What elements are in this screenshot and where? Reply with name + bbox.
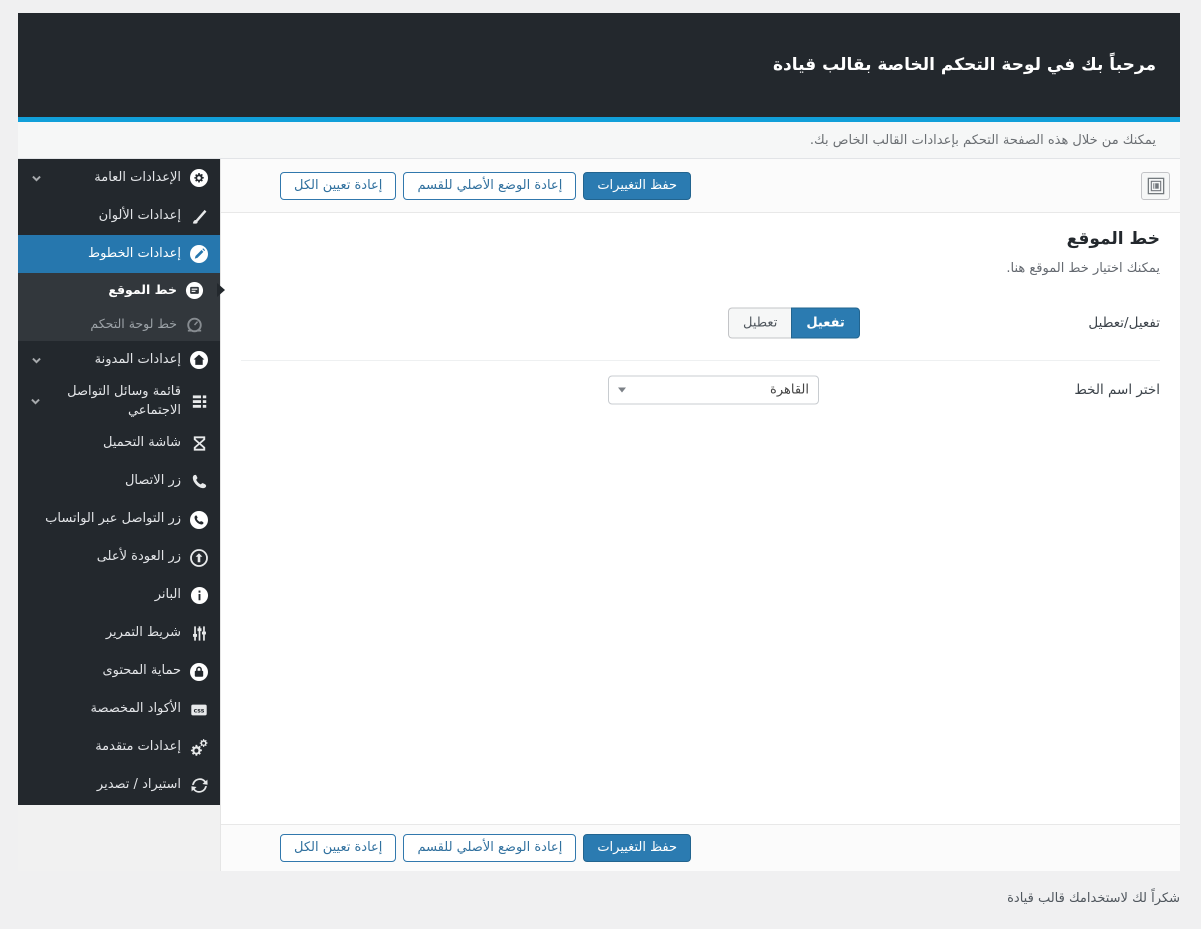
page-title: مرحباً بك في لوحة التحكم الخاصة بقالب قي… (773, 55, 1156, 75)
reset-all-button[interactable]: إعادة تعيين الكل (280, 172, 396, 200)
sidebar-item-label: شريط التمرير (106, 624, 181, 643)
enable-toggle-group: تفعيل تعطيل (728, 308, 860, 339)
sidebar-item-label: استيراد / تصدير (97, 776, 181, 795)
pencil-circle-icon (189, 244, 209, 264)
sidebar-item-label: زر العودة لأعلى (97, 548, 181, 567)
panel-body: خط الموقع يمكنك اختيار خط الموقع هنا. تف… (221, 213, 1180, 824)
sidebar-subitem-dashboard-font[interactable]: خط لوحة التحكم (18, 307, 220, 341)
font-select-dropdown[interactable]: القاهرة (608, 376, 819, 405)
sync-icon (189, 776, 209, 796)
sidebar-item-loading-screen[interactable]: شاشة التحميل (18, 425, 220, 463)
sidebar-item-advanced-settings[interactable]: إعدادات متقدمة (18, 729, 220, 767)
action-buttons: حفظ التغييرات إعادة الوضع الأصلي للقسم إ… (273, 172, 691, 200)
sidebar-item-banner[interactable]: البانر (18, 577, 220, 615)
section-description: يمكنك اختيار خط الموقع هنا. (241, 261, 1160, 276)
dashboard-icon (185, 315, 204, 334)
gears-icon (189, 738, 209, 758)
save-button[interactable]: حفظ التغييرات (583, 172, 691, 200)
font-settings-submenu: خط الموقع خط لوحة التحكم (18, 273, 220, 341)
top-toolbar: حفظ التغييرات إعادة الوضع الأصلي للقسم إ… (221, 159, 1180, 213)
sidebar-item-whatsapp-button[interactable]: زر التواصل عبر الواتساب (18, 501, 220, 539)
settings-sidebar: الإعدادات العامة إعدادات الألوان إعدا (18, 159, 220, 805)
brush-icon (189, 206, 209, 226)
chevron-down-icon (29, 395, 42, 409)
welcome-header: مرحباً بك في لوحة التحكم الخاصة بقالب قي… (18, 13, 1180, 117)
whatsapp-icon (189, 510, 209, 530)
reset-section-button-bottom[interactable]: إعادة الوضع الأصلي للقسم (403, 834, 576, 862)
disable-button[interactable]: تعطيل (728, 308, 791, 339)
sidebar-item-label: الإعدادات العامة (94, 169, 181, 188)
section-title: خط الموقع (241, 229, 1160, 249)
sidebar-item-label: زر التواصل عبر الواتساب (45, 510, 181, 529)
sidebar-column: الإعدادات العامة إعدادات الألوان إعدا (18, 159, 220, 871)
sidebar-item-social-menu[interactable]: قائمة وسائل التواصل الاجتماعي (18, 379, 220, 425)
sidebar-item-content-protection[interactable]: حماية المحتوى (18, 653, 220, 691)
chevron-down-icon (618, 388, 626, 393)
sidebar-item-label: زر الاتصال (125, 472, 181, 491)
sidebar-item-font-settings[interactable]: إعدادات الخطوط (18, 235, 220, 273)
font-select-label: اختر اسم الخط (1074, 382, 1160, 398)
sidebar-item-blog-settings[interactable]: إعدادات المدونة (18, 341, 220, 379)
sidebar-item-label: إعدادات الخطوط (88, 245, 181, 264)
sidebar-item-label: إعدادات الألوان (99, 207, 181, 226)
list-icon (189, 392, 209, 412)
css-icon: css (189, 700, 209, 720)
layout-collapse-icon (1147, 177, 1165, 195)
chevron-down-icon (29, 353, 43, 367)
sidebar-item-label: الأكواد المخصصة (91, 700, 181, 719)
hourglass-icon (189, 434, 209, 454)
sidebar-subitem-site-font[interactable]: خط الموقع (18, 273, 220, 307)
enable-button[interactable]: تفعيل (791, 308, 860, 339)
sidebar-subitem-label: خط لوحة التحكم (90, 315, 177, 333)
footer-thanks-text: شكراً لك لاستخدامك قالب قيادة (0, 891, 1180, 906)
font-select-row: اختر اسم الخط القاهرة (241, 361, 1160, 419)
sliders-icon (189, 624, 209, 644)
gear-circle-icon (189, 168, 209, 188)
content-row: حفظ التغييرات إعادة الوضع الأصلي للقسم إ… (18, 159, 1180, 871)
page-subtitle: يمكنك من خلال هذه الصفحة التحكم بإعدادات… (810, 133, 1156, 148)
sidebar-item-call-button[interactable]: زر الاتصال (18, 463, 220, 501)
phone-icon (189, 472, 209, 492)
lock-circle-icon (189, 662, 209, 682)
sidebar-item-label: قائمة وسائل التواصل الاجتماعي (50, 383, 181, 421)
reset-section-button[interactable]: إعادة الوضع الأصلي للقسم (403, 172, 576, 200)
home-circle-icon (189, 350, 209, 370)
font-select-value: القاهرة (626, 383, 809, 398)
bottom-toolbar: حفظ التغييرات إعادة الوضع الأصلي للقسم إ… (221, 824, 1180, 871)
admin-panel-container: مرحباً بك في لوحة التحكم الخاصة بقالب قي… (18, 13, 1180, 871)
info-icon (189, 586, 209, 606)
sidebar-item-label: شاشة التحميل (103, 434, 181, 453)
sidebar-item-slider-bar[interactable]: شريط التمرير (18, 615, 220, 653)
layout-collapse-icon[interactable] (1141, 172, 1170, 200)
sidebar-item-import-export[interactable]: استيراد / تصدير (18, 767, 220, 805)
sidebar-item-label: إعدادات متقدمة (95, 738, 181, 757)
enable-toggle-row: تفعيل/تعطيل تفعيل تعطيل (241, 290, 1160, 356)
sidebar-subitem-label: خط الموقع (108, 281, 177, 299)
reset-all-button-bottom[interactable]: إعادة تعيين الكل (280, 834, 396, 862)
arrow-up-circle-icon (189, 548, 209, 568)
page-subtitle-bar: يمكنك من خلال هذه الصفحة التحكم بإعدادات… (18, 122, 1180, 159)
enable-toggle-label: تفعيل/تعطيل (1088, 315, 1160, 331)
svg-text:css: css (194, 707, 205, 714)
sidebar-item-label: إعدادات المدونة (95, 351, 181, 370)
sidebar-item-color-settings[interactable]: إعدادات الألوان (18, 197, 220, 235)
sidebar-item-custom-css[interactable]: css الأكواد المخصصة (18, 691, 220, 729)
chevron-down-icon (29, 171, 43, 185)
action-buttons-bottom: حفظ التغييرات إعادة الوضع الأصلي للقسم إ… (273, 834, 691, 862)
site-font-icon (185, 281, 204, 300)
save-button-bottom[interactable]: حفظ التغييرات (583, 834, 691, 862)
settings-panel: حفظ التغييرات إعادة الوضع الأصلي للقسم إ… (220, 159, 1180, 871)
sidebar-item-label: البانر (155, 586, 181, 605)
sidebar-item-general-settings[interactable]: الإعدادات العامة (18, 159, 220, 197)
sidebar-item-back-to-top[interactable]: زر العودة لأعلى (18, 539, 220, 577)
sidebar-item-label: حماية المحتوى (102, 662, 181, 681)
